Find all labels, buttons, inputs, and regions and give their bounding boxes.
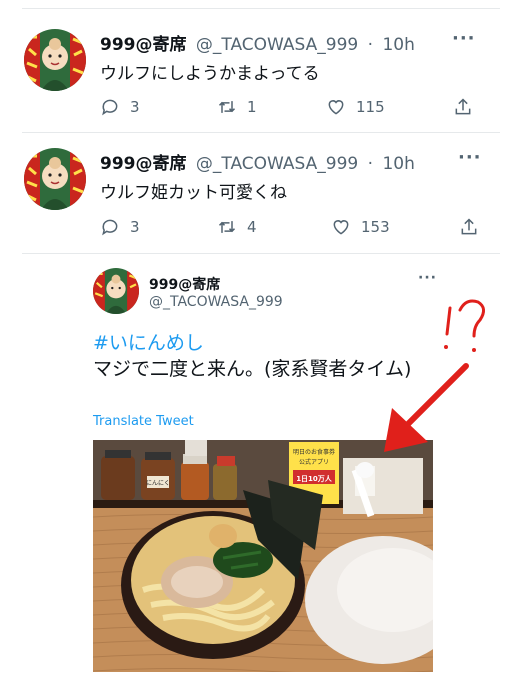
like-button[interactable]: 115 [326, 97, 453, 117]
handle[interactable]: @_TACOWASA_999 [149, 294, 283, 310]
like-count: 115 [356, 98, 385, 116]
more-options-icon[interactable]: ··· [452, 28, 476, 49]
tweet-photo[interactable]: にんにく 明日のお食事券 公式アプリ 1日10万人 [93, 440, 433, 672]
retweet-icon [218, 101, 236, 113]
more-options-icon[interactable]: ··· [458, 147, 482, 168]
retweet-button[interactable]: 1 [217, 97, 326, 117]
jar-label: にんにく [146, 480, 170, 487]
tweet-actions: 3 4 153 [100, 217, 479, 237]
dot-separator: · [367, 154, 374, 174]
retweet-icon [218, 221, 236, 233]
handle[interactable]: @_TACOWASA_999 [196, 154, 358, 174]
display-name[interactable]: 999@寄席 [100, 154, 187, 174]
tweet-actions: 3 1 115 [100, 97, 473, 117]
timestamp[interactable]: 10h [382, 154, 414, 174]
avatar[interactable] [24, 29, 86, 91]
timestamp[interactable]: 10h [382, 35, 414, 55]
avatar[interactable] [24, 148, 86, 210]
dot-separator: · [367, 35, 374, 55]
heart-icon [333, 220, 349, 235]
reply-count: 3 [130, 98, 140, 116]
reply-count: 3 [130, 218, 140, 236]
tweet-text: ウルフ姫カット可愛くね [100, 183, 287, 203]
translate-tweet-link[interactable]: Translate Tweet [93, 414, 194, 429]
reply-button[interactable]: 3 [100, 217, 217, 237]
reply-icon [102, 99, 118, 116]
retweet-count: 4 [247, 218, 257, 236]
handle[interactable]: @_TACOWASA_999 [196, 35, 358, 55]
poster-text-big: 1日10万人 [296, 474, 333, 483]
tweet-divider [22, 253, 500, 254]
tweet-header: 999@寄席 @_TACOWASA_999 · 10h [100, 149, 415, 174]
retweet-button[interactable]: 4 [217, 217, 331, 237]
reply-button[interactable]: 3 [100, 97, 217, 117]
share-icon [455, 98, 471, 115]
reply-icon [102, 219, 118, 236]
more-options-icon[interactable]: ··· [418, 270, 437, 286]
hashtag-link[interactable]: #いにんめし [93, 328, 204, 355]
display-name[interactable]: 999@寄席 [100, 35, 187, 55]
annotation-exclamation-question [444, 299, 485, 352]
poster-text-2: 公式アプリ [299, 458, 329, 466]
share-icon [461, 218, 477, 235]
display-name[interactable]: 999@寄席 [149, 274, 220, 294]
like-button[interactable]: 153 [331, 217, 459, 237]
tweet-text: ウルフにしようかまよってる [100, 64, 320, 84]
avatar[interactable] [93, 268, 139, 314]
retweet-count: 1 [247, 98, 257, 116]
tweet-divider [22, 132, 500, 133]
heart-icon [328, 100, 344, 115]
poster-text-1: 明日のお食事券 [293, 448, 335, 456]
share-button[interactable] [459, 217, 479, 237]
top-divider [22, 8, 500, 9]
like-count: 153 [361, 218, 390, 236]
annotation-arrow [384, 363, 469, 452]
share-button[interactable] [453, 97, 473, 117]
tweet-header: 999@寄席 @_TACOWASA_999 · 10h [100, 30, 415, 55]
